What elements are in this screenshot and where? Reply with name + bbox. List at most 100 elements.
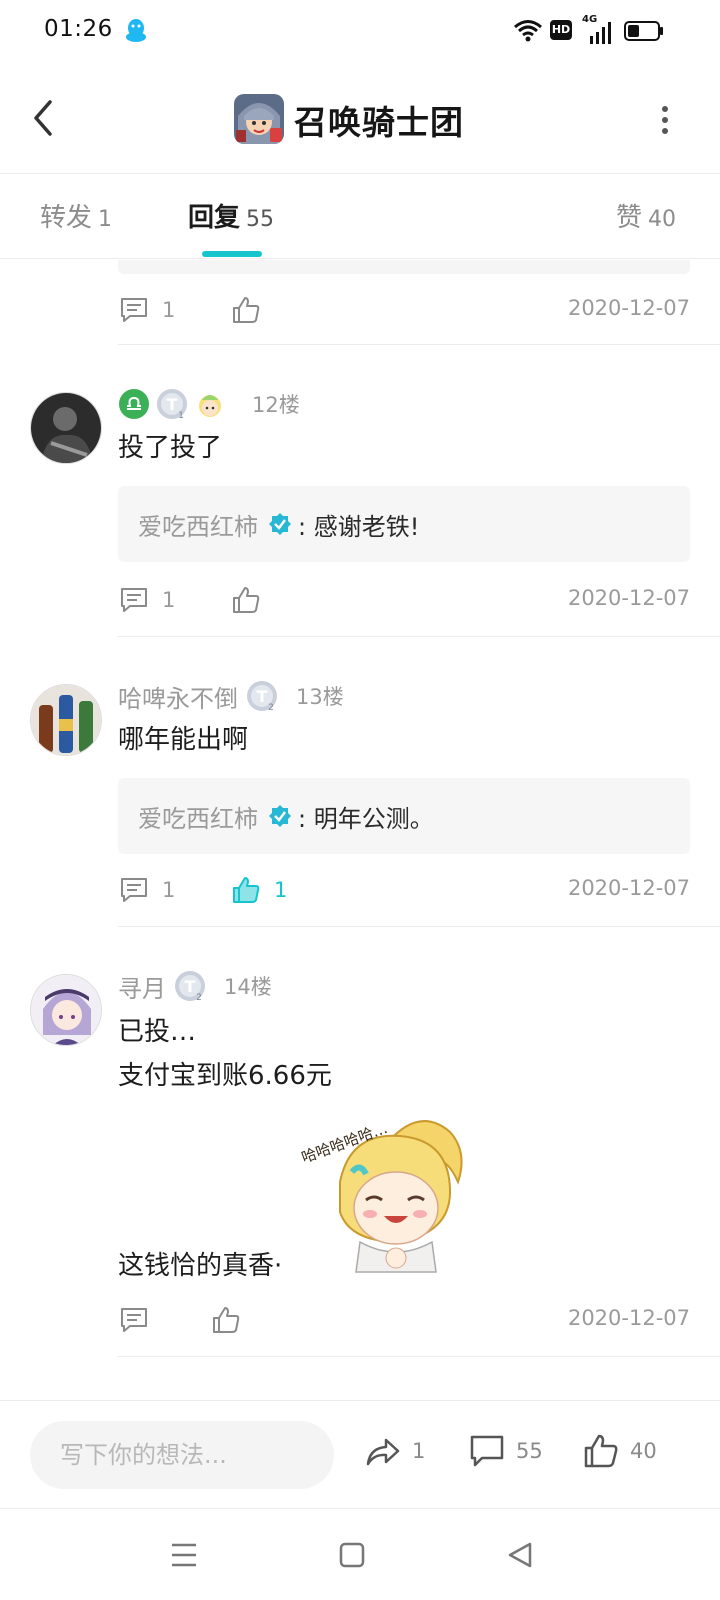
comment-date: 2020-12-07 — [567, 1306, 690, 1330]
hd-icon: HD — [550, 20, 572, 40]
comment-button[interactable]: 1 — [118, 580, 175, 620]
comment-text: 投了投了 — [118, 433, 223, 463]
tab-bar: 转发 1 回复 55 赞 40 — [0, 175, 720, 259]
tab-label: 赞 — [616, 203, 643, 233]
comment-icon — [470, 1435, 504, 1467]
svg-text:T: T — [257, 687, 268, 706]
reply-box[interactable]: 爱吃西红柿 : 明年公测。 — [118, 778, 690, 854]
divider — [118, 926, 720, 927]
level-badge-icon: T2 — [247, 681, 277, 712]
tab-count: 1 — [98, 207, 113, 232]
comment-date: 2020-12-07 — [567, 296, 690, 320]
divider — [118, 344, 720, 345]
reply-author[interactable]: 爱吃西红柿 — [138, 799, 258, 834]
verified-icon — [269, 805, 291, 827]
bottom-action-bar: 1 55 40 — [0, 1400, 720, 1508]
thumbs-up-icon — [233, 587, 260, 613]
comment-text: 哪年能出啊 — [118, 725, 249, 755]
menu-icon[interactable] — [164, 1535, 204, 1575]
avatar[interactable] — [30, 974, 102, 1046]
svg-text:2: 2 — [268, 703, 274, 712]
comment-meta: 寻月 T2 14楼 — [118, 968, 272, 1004]
tab-count: 55 — [246, 207, 275, 232]
tab-reply[interactable]: 回复 55 — [188, 197, 274, 234]
comment-button[interactable]: 1 — [118, 870, 175, 910]
avatar[interactable] — [30, 392, 102, 464]
username[interactable]: 寻月 — [118, 969, 166, 1004]
signal-icon — [590, 22, 611, 44]
floor-number: 12楼 — [252, 393, 300, 417]
level-badge-icon: T1 — [157, 389, 187, 420]
system-nav-bar — [0, 1508, 720, 1600]
share-count: 1 — [412, 1439, 426, 1463]
username[interactable]: 哈啤永不倒 — [118, 679, 238, 714]
comment-meta: T1 12楼 — [118, 386, 300, 422]
comment-text: 这钱恰的真香· — [118, 1251, 283, 1281]
comment-icon — [121, 1308, 147, 1332]
more-vertical-icon[interactable] — [650, 100, 680, 140]
floor-number: 14楼 — [224, 975, 272, 999]
reply-box — [118, 260, 690, 274]
divider — [118, 636, 720, 637]
comment-date: 2020-12-07 — [567, 586, 690, 610]
like-button[interactable] — [230, 580, 262, 620]
wifi-icon — [514, 20, 542, 42]
comment-date: 2020-12-07 — [567, 876, 690, 900]
tab-label: 回复 — [188, 203, 241, 233]
likes-count: 40 — [630, 1439, 657, 1463]
thumbs-up-icon — [584, 1434, 618, 1468]
svg-text:1: 1 — [178, 411, 184, 420]
reply-text: : 感谢老铁! — [298, 512, 420, 541]
comment-text: 已投… — [118, 1017, 197, 1047]
share-icon — [366, 1438, 400, 1466]
like-button[interactable]: 40 — [582, 1431, 657, 1471]
character-badge-icon — [199, 395, 221, 417]
tab-active-indicator — [202, 251, 262, 257]
back-triangle-icon[interactable] — [500, 1535, 540, 1575]
status-bar: 01:26 HD 4G — [0, 0, 720, 64]
tab-count: 40 — [648, 207, 677, 232]
page-title: 召唤骑士团 — [294, 103, 464, 142]
comment-button[interactable]: 1 — [118, 290, 175, 330]
tab-repost[interactable]: 转发 1 — [40, 197, 112, 234]
battery-icon — [624, 21, 663, 41]
comment-actions: 1 1 2020-12-07 — [118, 870, 690, 910]
level-badge-icon: T2 — [175, 971, 205, 1002]
comment-actions: 2020-12-07 — [118, 1300, 690, 1340]
status-time: 01:26 — [44, 16, 113, 42]
reply-author[interactable]: 爱吃西红柿 — [138, 507, 258, 542]
comment-icon — [121, 298, 147, 322]
divider — [118, 1356, 720, 1357]
comment-actions: 1 2020-12-07 — [118, 290, 690, 330]
verified-icon — [269, 513, 291, 535]
laughing-sticker-image: 哈哈哈哈哈… — [300, 1119, 463, 1273]
like-count: 1 — [274, 878, 288, 902]
back-button[interactable] — [22, 92, 66, 144]
header: 召唤骑士团 — [0, 64, 720, 174]
thumbs-up-icon — [233, 297, 260, 323]
like-button[interactable]: 1 — [230, 870, 287, 910]
comments-button[interactable]: 55 — [468, 1431, 543, 1471]
floor-number: 13楼 — [296, 685, 344, 709]
comment-count: 1 — [162, 878, 176, 902]
comment-count: 1 — [162, 298, 176, 322]
share-button[interactable]: 1 — [364, 1431, 425, 1471]
reply-text: : 明年公测。 — [298, 804, 434, 833]
svg-text:T: T — [185, 977, 196, 996]
comment-list[interactable]: 1 2020-12-07 T1 12楼 投了投了 爱吃西红柿 : 感谢老铁! 1… — [0, 260, 720, 1400]
tab-label: 转发 — [40, 203, 93, 233]
home-square-icon[interactable] — [332, 1535, 372, 1575]
tab-like[interactable]: 赞 40 — [616, 197, 676, 234]
comment-icon — [121, 878, 147, 902]
like-button[interactable] — [230, 290, 262, 330]
like-button[interactable] — [210, 1300, 242, 1340]
comment-actions: 1 2020-12-07 — [118, 580, 690, 620]
comment-count: 1 — [162, 588, 176, 612]
svg-text:2: 2 — [196, 993, 202, 1002]
avatar[interactable] — [30, 684, 102, 756]
qq-icon — [126, 19, 146, 42]
comment-button[interactable] — [118, 1300, 150, 1340]
game-logo — [234, 94, 284, 144]
comment-input[interactable] — [30, 1421, 334, 1489]
reply-box[interactable]: 爱吃西红柿 : 感谢老铁! — [118, 486, 690, 562]
